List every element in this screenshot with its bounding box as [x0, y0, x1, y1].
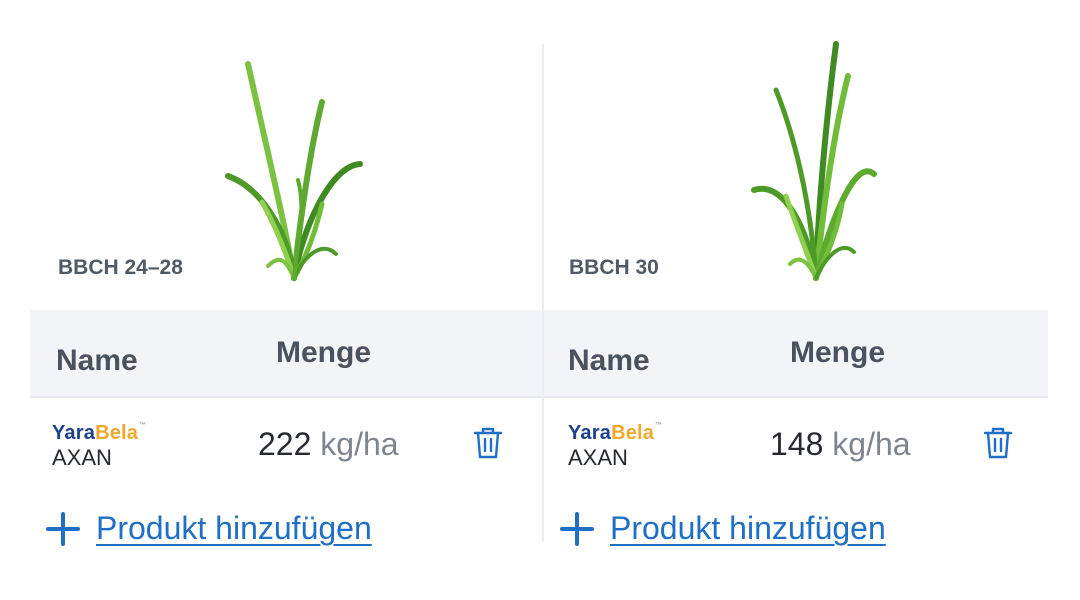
- add-product-button[interactable]: Produkt hinzufügen: [560, 510, 886, 547]
- brand-text-yara: Yara: [568, 422, 612, 444]
- column-header-name: Name: [56, 344, 138, 377]
- trash-icon[interactable]: [982, 426, 1014, 460]
- add-product-link[interactable]: Produkt hinzufügen: [96, 510, 372, 547]
- wheat-plant-icon: [751, 41, 877, 281]
- amount-unit: kg/ha: [832, 426, 911, 462]
- product-name: AXAN: [568, 445, 628, 470]
- product-amount: 222 kg/ha: [258, 426, 399, 463]
- column-header-amount: Menge: [790, 336, 886, 369]
- column-header-amount: Menge: [276, 336, 372, 369]
- growth-stage-label: BBCH 30: [569, 256, 659, 279]
- wheat-plant-icon: [225, 61, 363, 281]
- yarabela-logo: YaraBela™: [52, 422, 146, 445]
- add-product-button[interactable]: Produkt hinzufügen: [46, 510, 372, 547]
- amount-unit: kg/ha: [320, 426, 399, 462]
- amount-value: 148: [770, 426, 824, 462]
- amount-value: 222: [258, 426, 312, 462]
- table-row: YaraBela™ AXAN 148 kg/ha: [544, 398, 1048, 488]
- add-product-link[interactable]: Produkt hinzufügen: [610, 510, 886, 547]
- table-header: Name Menge: [544, 310, 1048, 398]
- table-row: YaraBela™ AXAN 222 kg/ha: [30, 398, 542, 488]
- stage-panel-bbch-24-28: BBCH 24–28 Name Menge YaraBela™ AXAN 222…: [30, 0, 542, 600]
- product-amount: 148 kg/ha: [770, 426, 911, 463]
- brand-text-yara: Yara: [52, 422, 96, 444]
- plus-icon: [560, 511, 594, 546]
- table-header: Name Menge: [30, 310, 542, 398]
- growth-stage-label: BBCH 24–28: [58, 256, 183, 279]
- trademark-symbol: ™: [655, 422, 663, 429]
- trash-icon[interactable]: [472, 426, 504, 460]
- column-header-name: Name: [568, 344, 650, 377]
- brand-text-bela: Bela: [611, 422, 655, 444]
- brand-text-bela: Bela: [95, 422, 139, 444]
- trademark-symbol: ™: [139, 422, 147, 429]
- stage-panel-bbch-30: BBCH 30 Name Menge YaraBela™ AXAN 148 kg…: [544, 0, 1048, 600]
- yarabela-logo: YaraBela™: [568, 422, 662, 445]
- product-name: AXAN: [52, 445, 112, 470]
- plus-icon: [46, 511, 80, 546]
